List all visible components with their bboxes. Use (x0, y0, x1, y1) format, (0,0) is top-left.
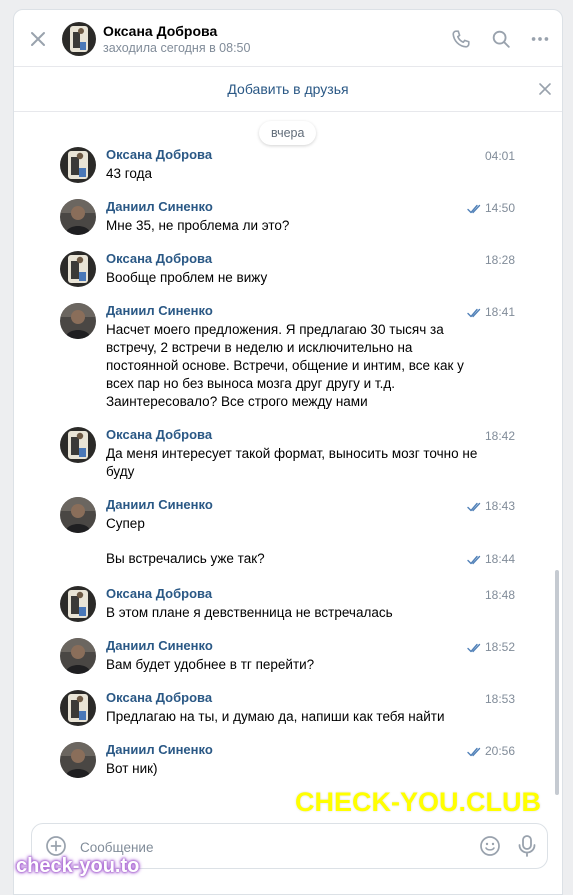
add-friend-bar: Добавить в друзья (14, 67, 562, 112)
message-text: Вот ник) (106, 761, 158, 776)
avatar[interactable] (60, 199, 96, 235)
avatar[interactable] (60, 427, 96, 463)
read-ticks-icon (467, 643, 481, 653)
avatar[interactable] (60, 586, 96, 622)
read-ticks-icon (467, 308, 481, 318)
message-time: 18:44 (467, 552, 515, 566)
add-friend-button[interactable]: Добавить в друзья (227, 81, 348, 97)
message-text: Вам будет удобнее в тг перейти? (106, 657, 315, 672)
message-author[interactable]: Даниил Синенко (106, 303, 213, 318)
message-timestamp: 18:42 (484, 429, 515, 443)
message-timestamp: 18:44 (484, 552, 515, 566)
avatar[interactable] (60, 147, 96, 183)
message-author[interactable]: Оксана Доброва (106, 147, 212, 162)
avatar[interactable] (60, 690, 96, 726)
message-time: 04:01 (485, 149, 515, 163)
avatar[interactable] (60, 303, 96, 339)
read-ticks-icon (467, 747, 481, 757)
date-separator: вчера (259, 121, 317, 145)
avatar[interactable] (60, 251, 96, 287)
emoji-icon[interactable] (479, 835, 501, 857)
message-timestamp: 14:50 (484, 201, 515, 215)
more-icon[interactable] (529, 28, 551, 50)
message-time: 18:42 (485, 429, 515, 443)
message-author[interactable]: Оксана Доброва (106, 251, 212, 266)
message-timestamp: 18:41 (484, 305, 515, 319)
message-time: 14:50 (467, 201, 515, 215)
message-text: Вообще проблем не вижу (106, 270, 268, 285)
message-author[interactable]: Даниил Синенко (106, 497, 213, 512)
message-timestamp: 18:48 (484, 588, 515, 602)
message-text: Да меня интересует такой формат, выносит… (106, 446, 478, 479)
message-time: 18:41 (467, 305, 515, 319)
scrollbar[interactable] (555, 570, 559, 795)
message-author[interactable]: Оксана Доброва (106, 427, 212, 442)
avatar[interactable] (62, 22, 96, 56)
message-time: 18:52 (467, 640, 515, 654)
message-text: В этом плане я девственница не встречала… (106, 605, 393, 620)
message-text: Вы встречались уже так? (106, 551, 265, 566)
contact-status: заходила сегодня в 08:50 (103, 41, 251, 55)
phone-icon[interactable] (450, 28, 472, 50)
avatar[interactable] (60, 638, 96, 674)
read-ticks-icon (467, 204, 481, 214)
message-author[interactable]: Оксана Доброва (106, 586, 212, 601)
chat-panel: Оксана Доброва заходила сегодня в 08:50 … (13, 9, 563, 895)
message-timestamp: 04:01 (484, 149, 515, 163)
message-text: Супер (106, 516, 145, 531)
avatar[interactable] (60, 742, 96, 778)
close-icon[interactable] (538, 82, 552, 96)
read-ticks-icon (467, 502, 481, 512)
message-author[interactable]: Даниил Синенко (106, 199, 213, 214)
avatar[interactable] (60, 497, 96, 533)
message-timestamp: 20:56 (484, 744, 515, 758)
microphone-icon[interactable] (516, 834, 538, 858)
search-icon[interactable] (490, 28, 512, 50)
message-timestamp: 18:53 (484, 692, 515, 706)
message-time: 18:48 (485, 588, 515, 602)
message-text: Предлагаю на ты, и думаю да, напиши как … (106, 709, 445, 724)
message-timestamp: 18:28 (484, 253, 515, 267)
contact-name[interactable]: Оксана Доброва (103, 23, 217, 39)
message-time: 20:56 (467, 744, 515, 758)
read-ticks-icon (467, 555, 481, 565)
attach-plus-icon[interactable] (45, 835, 67, 857)
chat-header: Оксана Доброва заходила сегодня в 08:50 (14, 10, 562, 67)
message-timestamp: 18:43 (484, 499, 515, 513)
message-author[interactable]: Оксана Доброва (106, 690, 212, 705)
message-time: 18:43 (467, 499, 515, 513)
message-author[interactable]: Даниил Синенко (106, 638, 213, 653)
message-author[interactable]: Даниил Синенко (106, 742, 213, 757)
message-timestamp: 18:52 (484, 640, 515, 654)
message-time: 18:53 (485, 692, 515, 706)
message-time: 18:28 (485, 253, 515, 267)
close-icon[interactable] (28, 29, 48, 49)
message-text: 43 года (106, 166, 152, 181)
watermark-main: CHECK-YOU.CLUB (295, 787, 541, 817)
watermark-corner: check-you.to (16, 855, 140, 877)
message-text: Насчет моего предложения. Я предлагаю 30… (106, 322, 464, 409)
message-text: Мне 35, не проблема ли это? (106, 218, 290, 233)
